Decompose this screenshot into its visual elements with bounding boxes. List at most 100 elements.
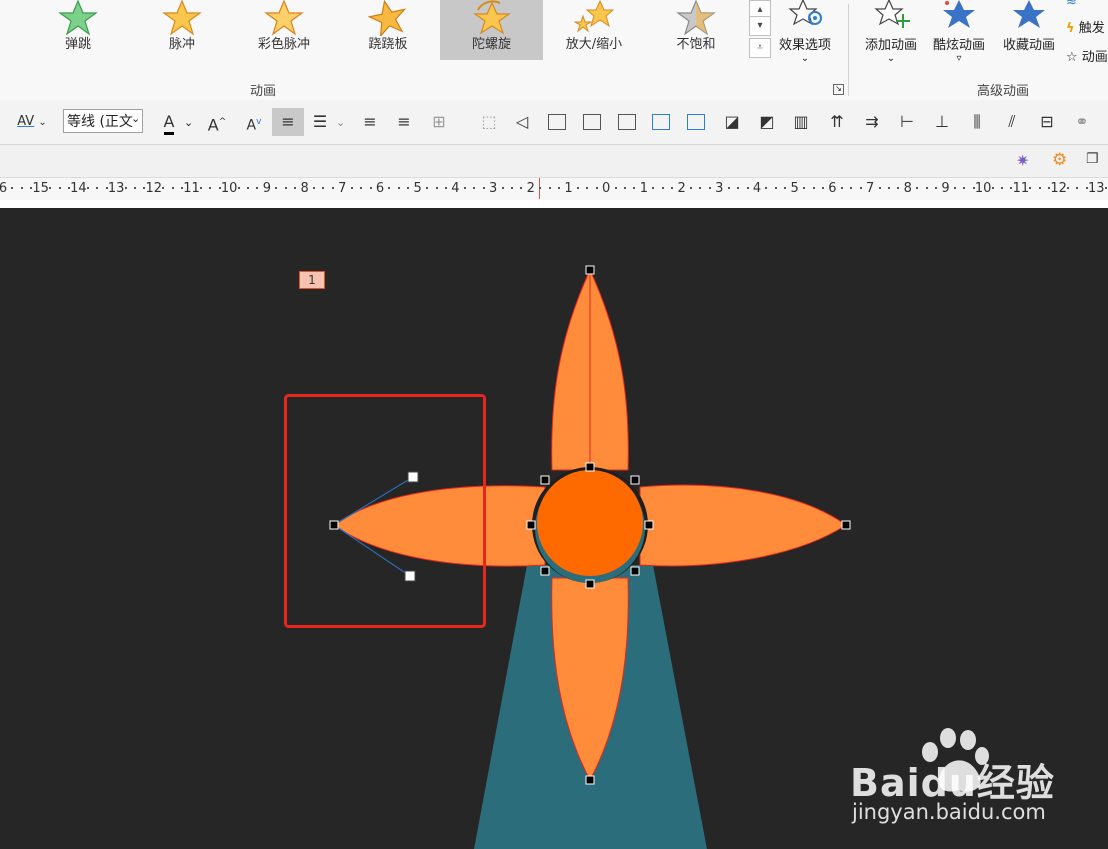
dialog-launcher-icon[interactable]: ↘: [833, 84, 844, 95]
line-spacing-button[interactable]: ☰: [306, 108, 334, 136]
align-middle-icon[interactable]: [583, 114, 601, 130]
animation-painter-button[interactable]: ≋: [1066, 0, 1077, 9]
tangent-handle-lower[interactable]: [404, 570, 416, 582]
cool-animation-button[interactable]: 酷炫动画 ▿: [926, 0, 992, 70]
handle-ring-right[interactable]: [644, 520, 654, 530]
shape-outline-button[interactable]: ⬚: [475, 108, 503, 136]
ruler-minor-tick: [397, 187, 400, 189]
green-star-icon: [58, 0, 98, 36]
gallery-scroll-down[interactable]: ▾: [749, 16, 771, 36]
chevron-down-icon[interactable]: ⌄: [131, 112, 140, 125]
align-bottom-icon[interactable]: [618, 114, 636, 130]
magic-wand-icon[interactable]: ✷: [1016, 151, 1029, 170]
edit-shape-button[interactable]: ◩: [753, 108, 781, 136]
ruler-tick-label: 7: [338, 181, 347, 196]
ruler-tick-label: 2: [526, 181, 535, 196]
align-top-icon[interactable]: [548, 114, 566, 130]
trigger-button[interactable]: ϟ 触发: [1066, 17, 1105, 36]
handle-ring-top[interactable]: [585, 462, 595, 472]
chart-button[interactable]: ▥: [787, 108, 815, 136]
ruler-tick-label: 0: [602, 181, 611, 196]
text-box-icon[interactable]: [652, 114, 670, 130]
ruler-minor-tick: [821, 187, 824, 189]
table-borders-button[interactable]: ⊞: [425, 108, 453, 136]
text-direction-button[interactable]: ◁: [508, 108, 536, 136]
distribute-horizontal-button[interactable]: ⫼: [963, 108, 991, 136]
collect-animation-button[interactable]: 收藏动画: [996, 0, 1062, 70]
align-center-button[interactable]: ≡: [272, 108, 304, 136]
petal-right[interactable]: [639, 484, 847, 567]
slide-canvas[interactable]: 1 Baidu经验 jingyan.baidu.com: [0, 208, 1108, 849]
align-right-button[interactable]: ≡: [390, 108, 418, 136]
font-color-button[interactable]: A: [155, 108, 183, 136]
handle-ring-bottom-left[interactable]: [540, 566, 550, 576]
handle-right[interactable]: [841, 520, 851, 530]
vertical-text-box-icon[interactable]: [687, 114, 705, 130]
chevron-down-icon[interactable]: ⌄: [336, 116, 345, 129]
align-objects-center-button[interactable]: ⊥: [928, 108, 956, 136]
animation-pane-button[interactable]: ☆ 动画: [1066, 46, 1108, 65]
align-objects-left-button[interactable]: ⊢: [893, 108, 921, 136]
ruler-minor-tick: [897, 187, 900, 189]
char-spacing-button[interactable]: AV ⌄: [12, 108, 52, 136]
handle-ring-top-right[interactable]: [630, 475, 640, 485]
animation-color-pulse[interactable]: 彩色脉冲: [236, 0, 332, 60]
send-backward-button[interactable]: ⇉: [858, 108, 886, 136]
ruler-minor-tick: [426, 187, 429, 189]
bring-forward-button[interactable]: ⇈: [823, 108, 851, 136]
handle-ring-left[interactable]: [526, 520, 536, 530]
format-toolbar: AV ⌄ 等线 (正文 ⌄ A ⌄ A^ Av ≡ ☰ ⌄ ≡ ≡ ⊞ ⬚ ◁ …: [0, 100, 1108, 145]
animation-spin[interactable]: 陀螺旋: [440, 0, 543, 60]
gold-star-icon: [162, 0, 202, 36]
handle-bottom[interactable]: [585, 775, 595, 785]
ruler-minor-tick: [1067, 187, 1070, 189]
ruler-minor-tick: [614, 187, 617, 189]
handle-ring-bottom[interactable]: [585, 579, 595, 589]
petal-left[interactable]: [333, 485, 546, 567]
edit-point-left-tip[interactable]: [329, 520, 339, 530]
ruler-minor-tick: [661, 187, 664, 189]
animation-teeter[interactable]: 跷跷板: [340, 0, 436, 60]
gear-icon[interactable]: ⚙: [1052, 150, 1067, 170]
ruler-tick-label: 12: [145, 181, 163, 196]
add-animation-button[interactable]: 添加动画 ⌄: [858, 0, 924, 70]
animation-grow-shrink[interactable]: 放大/缩小: [546, 0, 642, 60]
ribbon: 弹跳 脉冲 彩色脉冲 跷跷板 陀螺旋 放大/缩小 不饱和 ▴ ▾ ⩡ 效果选项 …: [0, 0, 1108, 101]
align-left-button[interactable]: ≡: [356, 108, 384, 136]
handle-ring-bottom-right[interactable]: [630, 566, 640, 576]
shrink-font-button[interactable]: Av: [240, 108, 268, 136]
group-objects-button[interactable]: ⊟: [1033, 108, 1061, 136]
grow-font-button[interactable]: A^: [203, 108, 231, 136]
effect-options-button[interactable]: 效果选项 ⌄: [772, 0, 838, 70]
distribute-vertical-button[interactable]: ⫽: [998, 108, 1026, 136]
animation-pulse[interactable]: 脉冲: [134, 0, 230, 60]
restore-window-icon[interactable]: ❐: [1086, 151, 1099, 167]
ruler-minor-tick: [58, 187, 61, 189]
grow-star-icon: [574, 0, 614, 33]
ruler-minor-tick: [935, 187, 938, 189]
tangent-handle-upper[interactable]: [407, 471, 419, 483]
merge-shapes-button[interactable]: ⚭: [1068, 108, 1096, 136]
ruler-tick-label: 10: [220, 181, 238, 196]
ruler-minor-tick: [840, 187, 843, 189]
shape-fill-button[interactable]: ◪: [718, 108, 746, 136]
handle-top[interactable]: [585, 265, 595, 275]
ruler-minor-tick: [812, 187, 815, 189]
handle-ring-top-left[interactable]: [540, 475, 550, 485]
ruler-tick-label: 11: [183, 181, 200, 196]
ruler-minor-tick: [671, 187, 674, 189]
ruler-tick-label: 11: [1012, 181, 1030, 196]
ruler-minor-tick: [595, 187, 598, 189]
gallery-more-button[interactable]: ⩡: [749, 38, 771, 58]
ruler-minor-tick: [256, 187, 259, 189]
animation-order-tag[interactable]: 1: [299, 271, 325, 289]
center-circle[interactable]: [537, 470, 643, 576]
ruler-minor-tick: [407, 187, 410, 189]
chevron-down-icon: ⌄: [38, 117, 47, 128]
star-outline-icon: ☆: [1066, 50, 1078, 65]
ruler-tick-label: 6: [828, 181, 837, 196]
animation-bounce[interactable]: 弹跳: [30, 0, 126, 60]
watermark-brand: Baidu经验: [850, 761, 1055, 805]
chevron-down-icon[interactable]: ⌄: [184, 116, 193, 129]
animation-desaturate[interactable]: 不饱和: [648, 0, 744, 60]
